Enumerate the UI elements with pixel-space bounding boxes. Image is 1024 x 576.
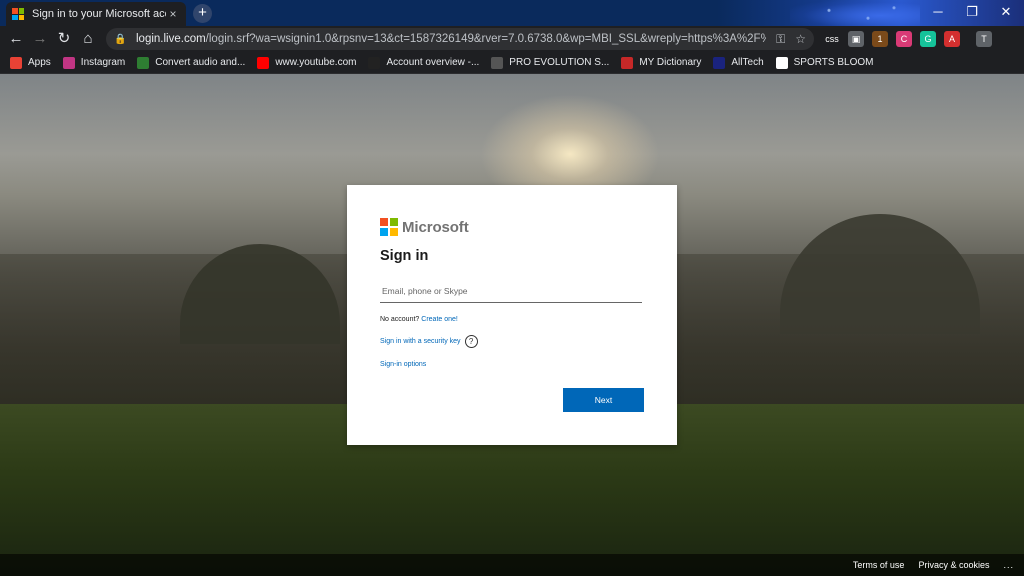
apps-icon: [10, 56, 22, 69]
minimize-button[interactable]: ─: [921, 0, 955, 26]
reload-icon[interactable]: ↻: [52, 27, 76, 51]
more-options-link[interactable]: ...: [1003, 560, 1014, 570]
bookmark-item[interactable]: www.youtube.com: [257, 56, 357, 69]
pes-icon: [491, 56, 504, 69]
bookmark-label: Convert audio and...: [155, 57, 246, 68]
microsoft-logo-icon: [380, 218, 398, 236]
tab-strip: Sign in to your Microsoft account × + ─ …: [0, 0, 1024, 26]
next-button[interactable]: Next: [563, 388, 644, 412]
browser-tab[interactable]: Sign in to your Microsoft account ×: [6, 2, 186, 26]
shield-extension-icon[interactable]: ▣: [848, 31, 864, 47]
grammarly-icon[interactable]: G: [920, 31, 936, 47]
bookmark-item[interactable]: SPORTS BLOOM: [775, 56, 874, 69]
dictionary-icon: [621, 56, 634, 69]
bookmark-label: MY Dictionary: [639, 57, 702, 68]
signin-card: Microsoft Sign in No account? Create one…: [347, 185, 677, 445]
bookmark-label: www.youtube.com: [275, 57, 357, 68]
mountain-right: [780, 214, 980, 334]
bookmark-label: SPORTS BLOOM: [793, 57, 874, 68]
address-bar[interactable]: 🔒 login.live.com/login.srf?wa=wsignin1.0…: [106, 28, 814, 50]
key-icon[interactable]: ⚿: [776, 32, 785, 47]
forward-arrow-icon[interactable]: →: [28, 27, 52, 51]
browser-toolbar: ← → ↻ ⌂ 🔒 login.live.com/login.srf?wa=ws…: [0, 26, 1024, 52]
privacy-link[interactable]: Privacy & cookies: [918, 560, 989, 570]
page-title: Sign in: [380, 248, 429, 264]
no-account-row: No account? Create one!: [380, 316, 644, 323]
lock-icon: 🔒: [114, 33, 127, 45]
create-account-link[interactable]: Create one!: [421, 316, 458, 323]
signin-options-link[interactable]: Sign-in options: [380, 361, 426, 368]
help-icon[interactable]: ?: [464, 335, 478, 348]
security-key-row: Sign in with a security key ?: [380, 335, 644, 348]
logo-square: [390, 218, 398, 226]
logo-square: [380, 218, 388, 226]
bookmark-label: Apps: [28, 57, 51, 68]
bookmark-label: Instagram: [80, 57, 126, 68]
css-extension-icon[interactable]: css: [824, 31, 840, 47]
translate-extension-icon[interactable]: T: [976, 31, 992, 47]
alltech-icon: [713, 56, 726, 69]
bookmark-item[interactable]: AllTech: [713, 56, 764, 69]
microsoft-logo: Microsoft: [380, 217, 644, 237]
bookmark-item[interactable]: MY Dictionary: [621, 56, 702, 69]
back-arrow-icon[interactable]: ←: [4, 27, 28, 51]
close-window-button[interactable]: ✕: [989, 0, 1023, 26]
youtube-icon: [257, 56, 270, 69]
bookmark-label: AllTech: [731, 57, 764, 68]
signin-options-row: Sign-in options: [380, 361, 644, 368]
bookmark-item[interactable]: Convert audio and...: [137, 56, 246, 69]
pocket-extension-icon[interactable]: C: [896, 31, 912, 47]
page-footer: Terms of use Privacy & cookies ...: [0, 554, 1024, 576]
convert-icon: [137, 56, 150, 69]
account-icon: [368, 56, 381, 69]
brand-name: Microsoft: [402, 218, 469, 236]
sports-icon: [775, 56, 788, 69]
logo-square: [380, 228, 388, 236]
bookmark-item[interactable]: Account overview -...: [368, 56, 480, 69]
bookmark-item[interactable]: Instagram: [62, 56, 126, 69]
tab-close-icon[interactable]: ×: [166, 7, 180, 21]
security-key-link[interactable]: Sign in with a security key: [380, 338, 461, 345]
home-icon[interactable]: ⌂: [76, 27, 100, 51]
pdf-extension-icon[interactable]: A: [944, 31, 960, 47]
url-text: login.live.com/login.srf?wa=wsignin1.0&r…: [136, 33, 766, 45]
badge-extension-icon[interactable]: 1: [872, 31, 888, 47]
logo-square: [390, 228, 398, 236]
microsoft-favicon-icon: [12, 8, 24, 20]
theme-decoration: [790, 0, 920, 26]
instagram-icon: [62, 56, 75, 69]
bookmarks-bar: Apps Instagram Convert audio and... www.you…: [0, 52, 1024, 74]
bookmark-label: Account overview -...: [386, 57, 480, 68]
no-account-label: No account?: [380, 316, 420, 323]
new-tab-button[interactable]: +: [193, 4, 212, 23]
bookmark-item[interactable]: PRO EVOLUTION S...: [491, 56, 610, 69]
email-input[interactable]: [380, 279, 642, 303]
bookmark-label: PRO EVOLUTION S...: [509, 57, 610, 68]
restore-button[interactable]: ❐: [955, 0, 989, 26]
tab-title: Sign in to your Microsoft account: [32, 8, 166, 20]
bookmark-star-icon[interactable]: ☆: [795, 32, 806, 46]
terms-link[interactable]: Terms of use: [853, 560, 905, 570]
bookmark-item[interactable]: Apps: [10, 56, 51, 69]
